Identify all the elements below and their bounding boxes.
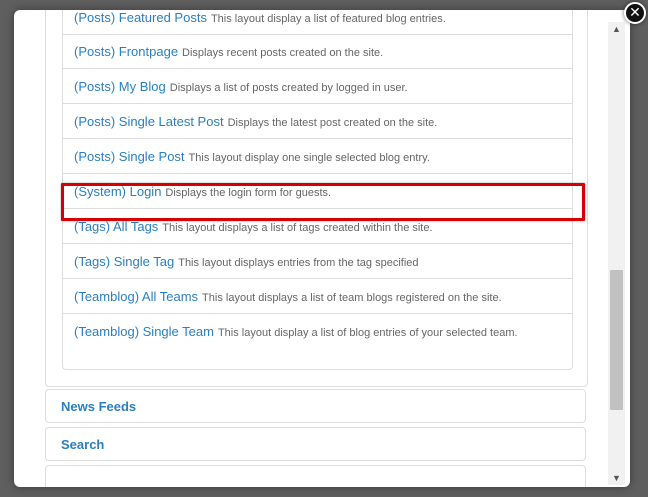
layouts-panel: (Posts) Featured Posts This layout displa…	[45, 10, 588, 387]
list-item[interactable]: (Tags) All Tags This layout displays a li…	[63, 210, 572, 244]
scrollbar[interactable]: ▲ ▼	[608, 22, 625, 485]
layout-link[interactable]: (Teamblog) Single Team	[74, 324, 214, 339]
layout-link[interactable]: (Tags) All Tags	[74, 219, 158, 234]
layout-link[interactable]: (System) Login	[74, 184, 161, 199]
layout-link[interactable]: (Teamblog) All Teams	[74, 289, 198, 304]
scrollbar-thumb[interactable]	[610, 270, 623, 410]
list-item[interactable]: (Posts) Featured Posts This layout displa…	[63, 10, 572, 35]
layout-link[interactable]: (Posts) Single Latest Post	[74, 114, 224, 129]
scroll-up-icon[interactable]: ▲	[608, 22, 625, 36]
section-search[interactable]: Search	[45, 427, 586, 461]
layout-description: Displays recent posts created on the sit…	[182, 47, 384, 59]
list-item-system-login[interactable]: (System) Login Displays the login form fo…	[63, 175, 572, 209]
section-title[interactable]: News Feeds	[61, 399, 136, 414]
list-item[interactable]: (Teamblog) Single Team This layout displa…	[63, 315, 572, 349]
list-item[interactable]: (Teamblog) All Teams This layout displays…	[63, 280, 572, 314]
list-item[interactable]: (Posts) My Blog Displays a list of posts …	[63, 70, 572, 104]
layout-description: This layout displays a list of team blog…	[202, 292, 502, 304]
list-item[interactable]: (Tags) Single Tag This layout displays en…	[63, 245, 572, 279]
close-icon[interactable]: ✕	[624, 2, 646, 24]
section-news-feeds[interactable]: News Feeds	[45, 389, 586, 423]
menu-item-type-dialog: (Posts) Featured Posts This layout displa…	[14, 10, 630, 487]
layout-description: Displays a list of posts created by logg…	[169, 82, 408, 94]
scroll-down-icon[interactable]: ▼	[608, 471, 625, 485]
list-item[interactable]: (Posts) Single Latest Post Displays the l…	[63, 105, 572, 139]
layout-link[interactable]: (Tags) Single Tag	[74, 254, 174, 269]
layout-description: This layout display one single selected …	[188, 152, 430, 164]
list-item[interactable]: (Posts) Frontpage Displays recent posts c…	[63, 35, 572, 69]
layout-link[interactable]: (Posts) Featured Posts	[74, 10, 207, 25]
layout-description: Displays the latest post created on the …	[227, 117, 438, 129]
layout-description: This layout display a list of blog entri…	[217, 327, 518, 339]
layout-link[interactable]: (Posts) My Blog	[74, 79, 166, 94]
layout-link[interactable]: (Posts) Frontpage	[74, 44, 178, 59]
list-item[interactable]: (Posts) Single Post This layout display o…	[63, 140, 572, 174]
section-next[interactable]	[45, 465, 586, 487]
layout-description: This layout display a list of featured b…	[210, 13, 446, 25]
layout-description: Displays the login form for guests.	[165, 187, 332, 199]
section-title[interactable]: Search	[61, 437, 104, 452]
layout-link[interactable]: (Posts) Single Post	[74, 149, 185, 164]
layout-description: This layout displays a list of tags crea…	[162, 222, 433, 234]
layout-description: This layout displays entries from the ta…	[178, 257, 419, 269]
layout-list: (Posts) Featured Posts This layout displa…	[62, 10, 573, 370]
